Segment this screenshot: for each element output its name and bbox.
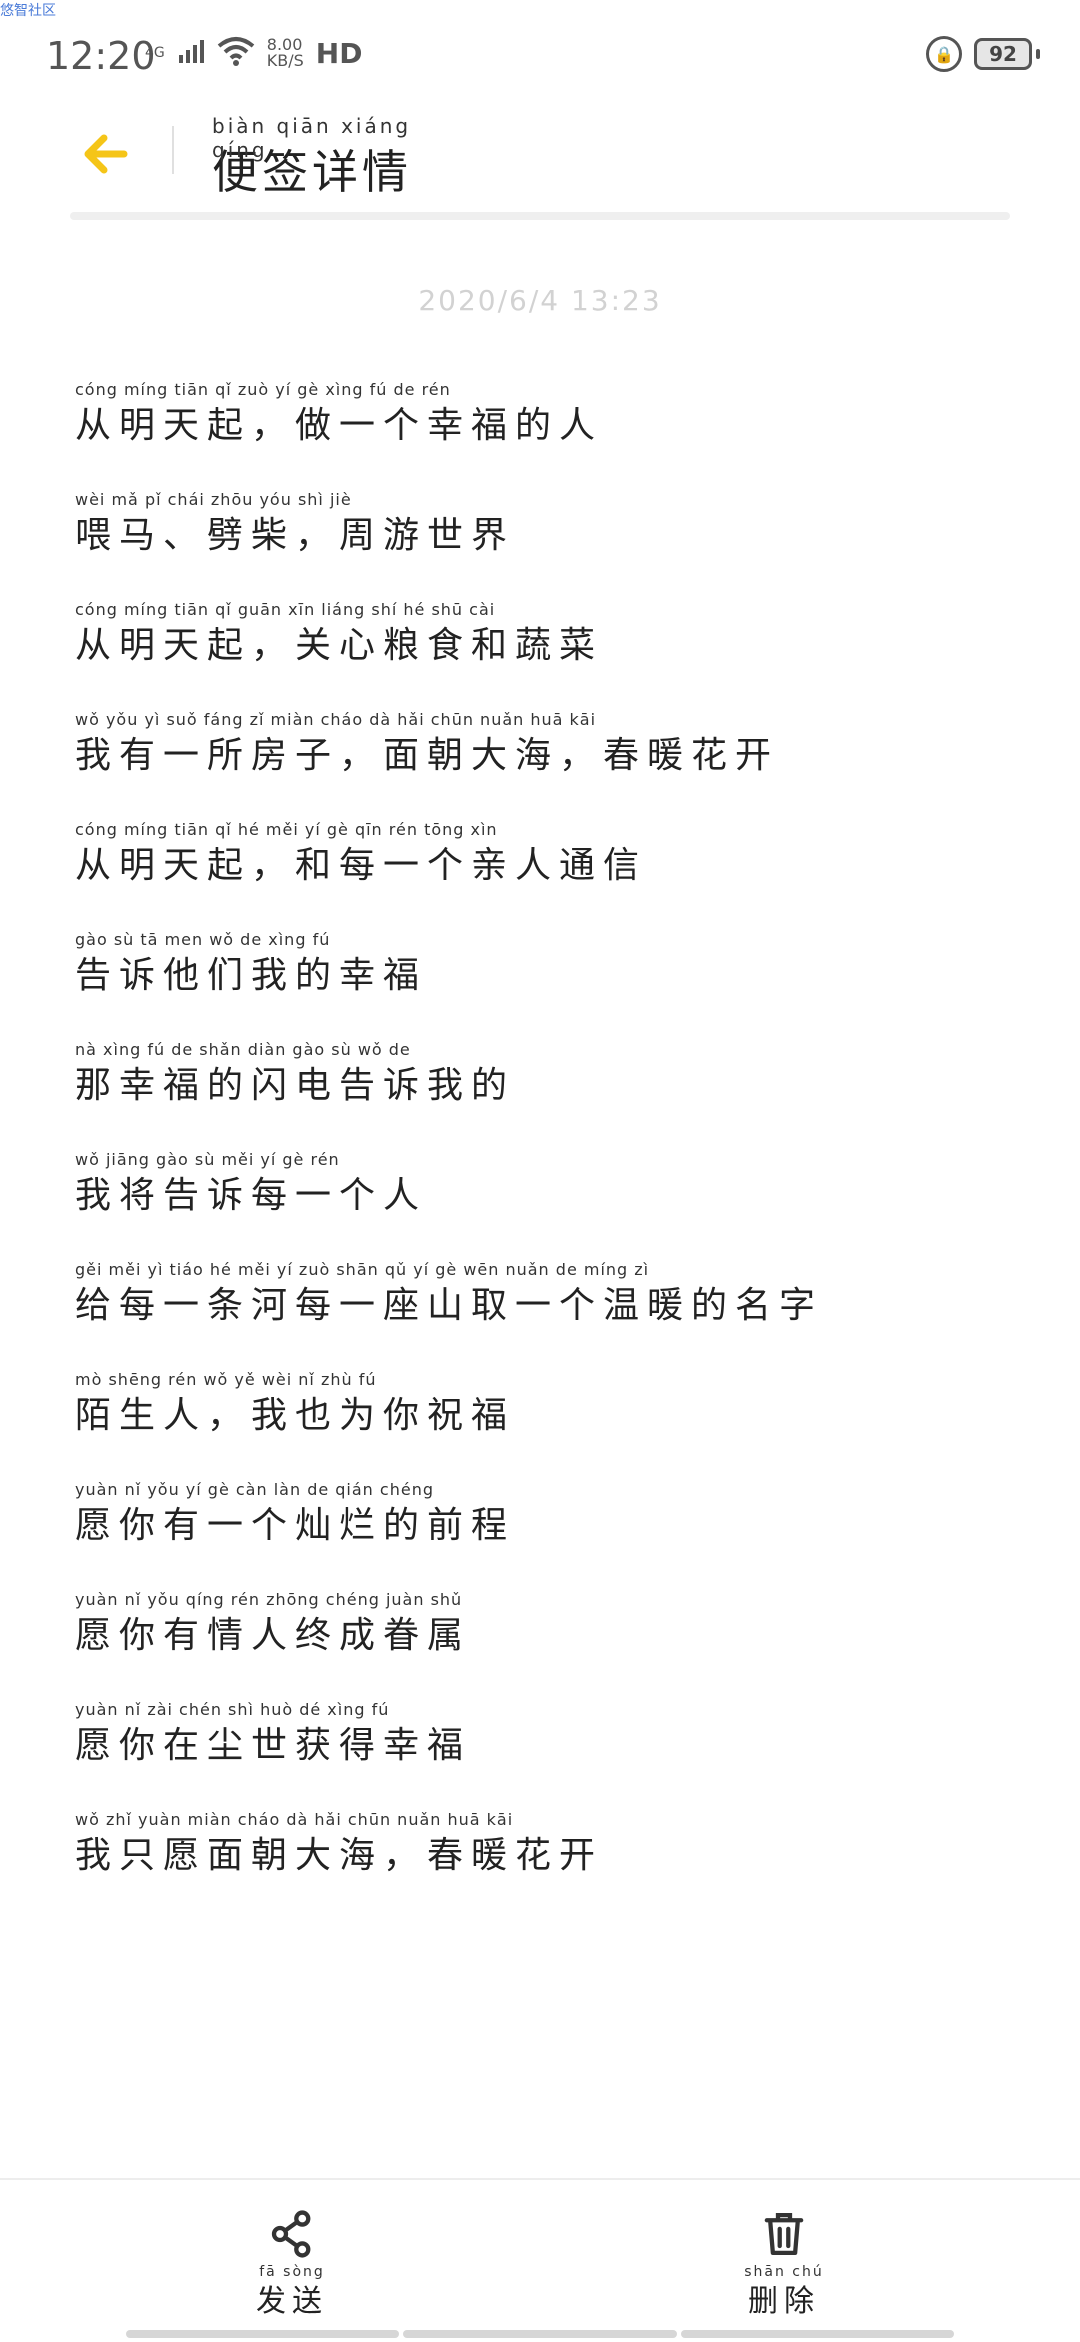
arrow-left-icon [84,134,128,174]
note-line: nà xìng fú de shǎn diàn gào sù wǒ de 那幸福的… [75,1040,1035,1150]
battery-tip [1036,49,1040,59]
line-text: 我有一所房子，面朝大海，春暖花开 [75,735,780,776]
battery-icon: 92 [974,38,1032,70]
nav-segment [126,2330,400,2338]
status-icons: 4G 8.00 KB/S HD [145,36,362,70]
note-line: cóng míng tiān qǐ zuò yí gè xìng fú de r… [75,380,1035,490]
line-text: 我将告诉每一个人 [75,1175,428,1216]
share-icon [271,2210,311,2258]
line-text: 那幸福的闪电告诉我的 [75,1065,516,1106]
hd-badge: HD [315,36,363,70]
signal-icon [177,37,205,69]
nav-segment [403,2330,677,2338]
line-text: 愿你有情人终成眷属 [75,1615,472,1656]
battery-level: 92 [989,42,1017,66]
header-separator [70,212,1010,220]
send-button[interactable]: fā sòng 发送 [212,2210,372,2320]
header-divider [172,126,174,174]
note-line: gěi měi yì tiáo hé měi yí zuò shān qǔ yí… [75,1260,1035,1370]
note-line: wèi mǎ pǐ chái zhōu yóu shì jiè 喂马、劈柴，周游世… [75,490,1035,600]
status-right: 🔒 92 [926,36,1040,72]
note-content[interactable]: cóng míng tiān qǐ zuò yí gè xìng fú de r… [75,380,1035,1920]
line-text: 给每一条河每一座山取一个温暖的名字 [75,1285,824,1326]
note-line: wǒ zhǐ yuàn miàn cháo dà hǎi chūn nuǎn h… [75,1810,1035,1920]
note-line: cóng míng tiān qǐ guān xīn liáng shí hé … [75,600,1035,710]
wifi-icon [217,36,255,70]
note-timestamp: 2020/6/4 13:23 [418,284,662,317]
trash-icon [764,2213,804,2255]
note-line: gào sù tā men wǒ de xìng fú 告诉他们我的幸福 [75,930,1035,1040]
navigation-handle[interactable] [126,2330,954,2338]
line-text: 从明天起，和每一个亲人通信 [75,845,648,886]
line-text: 从明天起，关心粮食和蔬菜 [75,625,604,666]
line-text: 愿你在尘世获得幸福 [75,1725,472,1766]
network-speed: 8.00 KB/S [267,37,304,69]
line-text: 陌生人，我也为你祝福 [75,1395,516,1436]
delete-button[interactable]: shān chú 删除 [704,2210,864,2320]
network-speed-unit: KB/S [266,51,304,70]
page-title-pinyin: biàn qiān xiáng qíng [212,114,412,162]
note-line: wǒ yǒu yì suǒ fáng zǐ miàn cháo dà hǎi c… [75,710,1035,820]
network-type: 4G [145,45,165,61]
note-line: cóng míng tiān qǐ hé měi yí gè qīn rén t… [75,820,1035,930]
nav-segment [680,2330,954,2338]
note-line: wǒ jiāng gào sù měi yí gè rén 我将告诉每一个人 [75,1150,1035,1260]
line-text: 愿你有一个灿烂的前程 [75,1505,516,1546]
send-label: 发送 [256,2284,328,2319]
line-text: 我只愿面朝大海，春暖花开 [75,1835,604,1876]
status-time: 12:20 [46,34,156,78]
line-text: 告诉他们我的幸福 [75,955,428,996]
status-bar: 12:20 4G 8.00 KB/S HD 🔒 92 [0,0,1080,110]
delete-label: 删除 [748,2284,820,2319]
bottom-action-bar: fā sòng 发送 shān chú 删除 [0,2178,1080,2342]
line-text: 喂马、劈柴，周游世界 [75,515,516,556]
note-line: yuàn nǐ yǒu yí gè càn làn de qián chéng 愿… [75,1480,1035,1590]
title-wrap: biàn qiān xiáng qíng 便签详情 [212,110,412,202]
note-line: yuàn nǐ zài chén shì huò dé xìng fú 愿你在尘世… [75,1700,1035,1810]
back-button[interactable] [76,124,136,184]
rotation-lock-icon: 🔒 [926,36,962,72]
header: biàn qiān xiáng qíng 便签详情 [0,110,1080,220]
note-line: mò shēng rén wǒ yě wèi nǐ zhù fú 陌生人，我也为你… [75,1370,1035,1480]
note-line: yuàn nǐ yǒu qíng rén zhōng chéng juàn sh… [75,1590,1035,1700]
line-text: 从明天起，做一个幸福的人 [75,405,604,446]
